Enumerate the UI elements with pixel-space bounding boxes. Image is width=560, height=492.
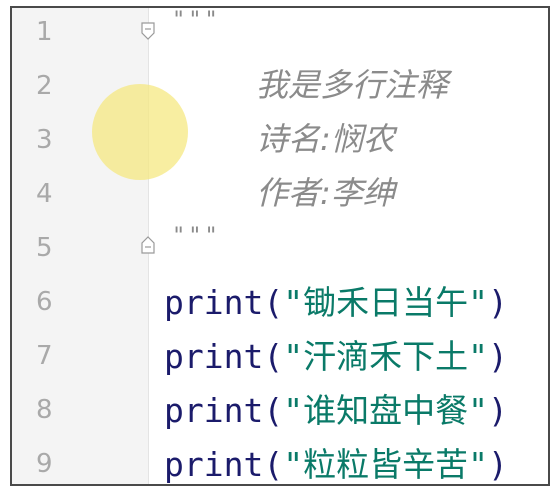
docstring-open: """ xyxy=(172,8,221,33)
code-area[interactable]: """ 我是多行注释 诗名:悯农 作者:李绅 """ print("锄禾日当午"… xyxy=(12,8,548,484)
code-line: print("谁知盘中餐") xyxy=(164,384,508,432)
close-paren: ) xyxy=(487,283,508,322)
code-line: print("粒粒皆辛苦") xyxy=(164,438,508,484)
string-literal: "粒粒皆辛苦" xyxy=(283,445,488,484)
comment-line: 我是多行注释 xyxy=(256,66,449,104)
comment-line: 作者:李绅 xyxy=(256,174,395,212)
close-paren: ) xyxy=(487,391,508,430)
open-paren: ( xyxy=(263,391,284,430)
docstring-close: """ xyxy=(172,224,221,249)
print-keyword: print xyxy=(164,445,264,484)
print-keyword: print xyxy=(164,283,264,322)
open-paren: ( xyxy=(263,445,284,484)
close-paren: ) xyxy=(487,337,508,376)
print-keyword: print xyxy=(164,337,264,376)
open-paren: ( xyxy=(263,283,284,322)
code-editor[interactable]: 1 2 3 4 5 6 7 8 9 """ 我是多行注释 诗名:悯农 作者:李绅… xyxy=(10,6,550,486)
close-paren: ) xyxy=(487,445,508,484)
string-literal: "谁知盘中餐" xyxy=(283,391,488,430)
code-line: print("汗滴禾下土") xyxy=(164,330,508,378)
print-keyword: print xyxy=(164,391,264,430)
code-line: print("锄禾日当午") xyxy=(164,276,508,324)
string-literal: "锄禾日当午" xyxy=(283,283,488,322)
string-literal: "汗滴禾下土" xyxy=(283,337,488,376)
comment-line: 诗名:悯农 xyxy=(256,120,395,158)
open-paren: ( xyxy=(263,337,284,376)
